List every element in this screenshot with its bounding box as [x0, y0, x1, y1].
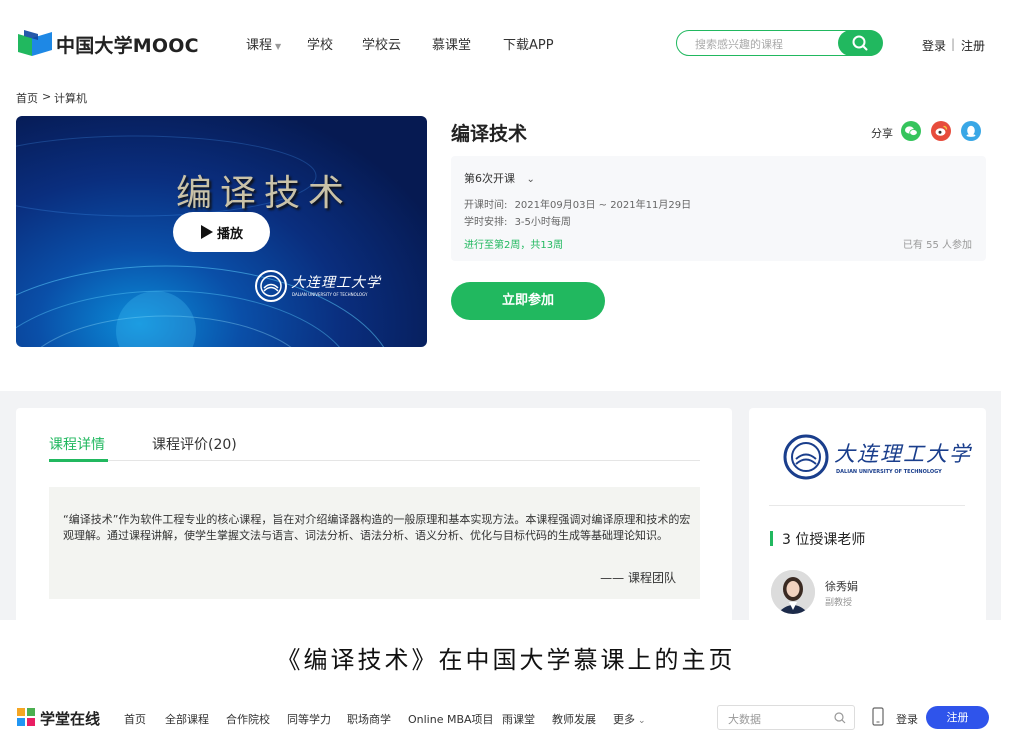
- course-time-label: 开课时间:: [464, 200, 508, 211]
- bottom-nav-teacher-dev[interactable]: 教师发展: [552, 711, 596, 727]
- search-icon: [852, 35, 868, 51]
- qq-share-icon[interactable]: [961, 121, 981, 141]
- bottom-nav-home[interactable]: 首页: [124, 711, 146, 727]
- caret-down-icon: ▼: [275, 42, 282, 51]
- bottom-search-input[interactable]: 大数据: [717, 705, 855, 730]
- teacher-name[interactable]: 徐秀娟: [825, 578, 858, 594]
- tab-course-reviews[interactable]: 课程评价(20): [152, 434, 237, 454]
- university-seal-icon: [255, 270, 287, 302]
- register-link[interactable]: 注册: [961, 37, 985, 54]
- course-description: “编译技术”作为软件工程专业的核心课程，旨在对介绍编译器构造的一般原理和基本实现…: [49, 487, 700, 599]
- sidebar-university-name[interactable]: 大连理工大学: [834, 438, 972, 468]
- term-selector[interactable]: 第6次开课 ⌄: [464, 170, 535, 186]
- nav-download-app[interactable]: 下载APP: [503, 34, 554, 53]
- course-schedule-value: 3-5小时每周: [514, 217, 571, 228]
- university-logo-icon[interactable]: [783, 434, 829, 480]
- bottom-nav-more[interactable]: 更多 ⌄: [613, 711, 646, 727]
- nav-courses[interactable]: 课程 ▼: [246, 34, 281, 53]
- teacher-portrait: [771, 570, 815, 614]
- mobile-app-icon[interactable]: [872, 707, 884, 726]
- nav-mooc-classroom[interactable]: 慕课堂: [432, 34, 471, 53]
- bottom-nav-online-mba[interactable]: Online MBA项目: [408, 711, 494, 727]
- sidebar-university-english: DALIAN UNIVERSITY OF TECHNOLOGY: [836, 469, 942, 475]
- course-time-row: 开课时间: 2021年09月03日 ~ 2021年11月29日: [464, 196, 691, 211]
- breadcrumb-home[interactable]: 首页: [16, 90, 38, 106]
- auth-separator: |: [951, 37, 956, 51]
- xuetangx-logo-icon[interactable]: [17, 708, 35, 726]
- chevron-down-icon: ⌄: [638, 716, 646, 726]
- login-link[interactable]: 登录: [922, 37, 946, 54]
- wechat-glyph: [905, 126, 918, 136]
- participant-count: 已有 55 人参加: [902, 240, 972, 251]
- course-schedule-label: 学时安排:: [464, 217, 508, 228]
- nav-schools[interactable]: 学校: [307, 34, 333, 53]
- qq-glyph: [966, 125, 976, 137]
- teacher-avatar[interactable]: [771, 570, 815, 614]
- breadcrumb-category[interactable]: 计算机: [54, 90, 87, 106]
- bottom-nav-rain-classroom[interactable]: 雨课堂: [502, 711, 535, 727]
- tab-divider: [49, 460, 700, 461]
- play-button[interactable]: 播放: [173, 212, 270, 252]
- cover-title: 编译技术: [176, 173, 353, 214]
- mooc-logo-icon[interactable]: [18, 30, 52, 56]
- search-placeholder: 搜索感兴趣的课程: [695, 38, 783, 51]
- mooc-logo-text[interactable]: 中国大学MOOC: [56, 31, 199, 58]
- figure-caption: 《编译技术》在中国大学慕课上的主页: [276, 646, 736, 674]
- play-label: 播放: [217, 227, 244, 242]
- description-signature: —— 课程团队: [600, 571, 676, 585]
- course-schedule-row: 学时安排: 3-5小时每周: [464, 213, 571, 228]
- search-icon[interactable]: [834, 712, 846, 724]
- bottom-nav-partner-schools[interactable]: 合作院校: [226, 711, 270, 727]
- nav-courses-label: 课程: [246, 38, 273, 53]
- bottom-register-button[interactable]: 注册: [926, 706, 989, 729]
- weibo-share-icon[interactable]: [931, 121, 951, 141]
- course-progress: 进行至第2周，共13周: [464, 240, 564, 251]
- search-button[interactable]: [838, 30, 883, 56]
- weibo-glyph: [935, 125, 948, 136]
- course-info-panel: 第6次开课 ⌄ 开课时间: 2021年09月03日 ~ 2021年11月29日 …: [451, 156, 986, 261]
- wechat-share-icon[interactable]: [901, 121, 921, 141]
- term-label: 第6次开课: [464, 172, 515, 185]
- active-tab-indicator: [49, 459, 108, 462]
- join-course-button[interactable]: 立即参加: [451, 282, 605, 320]
- site-header: 中国大学MOOC 课程 ▼ 学校 学校云 慕课堂 下载APP 搜索感兴趣的课程 登…: [0, 0, 1012, 86]
- bottom-nav-more-label: 更多: [613, 713, 635, 726]
- bottom-nav-all-courses[interactable]: 全部课程: [165, 711, 209, 727]
- teachers-heading: 3 位授课老师: [782, 532, 866, 548]
- xuetangx-logo-text[interactable]: 学堂在线: [40, 708, 100, 729]
- tab-course-details[interactable]: 课程详情: [49, 434, 105, 454]
- bottom-login-link[interactable]: 登录: [896, 711, 918, 727]
- course-time-value: 2021年09月03日 ~ 2021年11月29日: [514, 200, 692, 211]
- description-text: “编译技术”作为软件工程专业的核心课程，旨在对介绍编译器构造的一般原理和基本实现…: [63, 513, 691, 542]
- course-cover-video[interactable]: 编译技术 播放 大连理工大学 DALIAN UNIVERSITY OF TECH…: [16, 116, 427, 347]
- cover-university-english: DALIAN UNIVERSITY OF TECHNOLOGY: [292, 292, 368, 297]
- nav-school-cloud[interactable]: 学校云: [362, 34, 401, 53]
- bottom-nav-business[interactable]: 职场商学: [347, 711, 391, 727]
- bottom-search-placeholder: 大数据: [728, 713, 761, 726]
- teacher-title: 副教授: [825, 598, 853, 608]
- play-icon: [201, 225, 213, 239]
- breadcrumb-separator: >: [42, 90, 52, 103]
- sidebar-divider: [769, 505, 965, 506]
- bottom-nav-equivalent-degree[interactable]: 同等学力: [287, 711, 331, 727]
- share-label: 分享: [871, 127, 893, 140]
- section-marker: [770, 531, 773, 546]
- cover-university-name: 大连理工大学: [291, 275, 381, 291]
- course-title: 编译技术: [451, 123, 528, 145]
- chevron-down-icon: ⌄: [526, 174, 535, 185]
